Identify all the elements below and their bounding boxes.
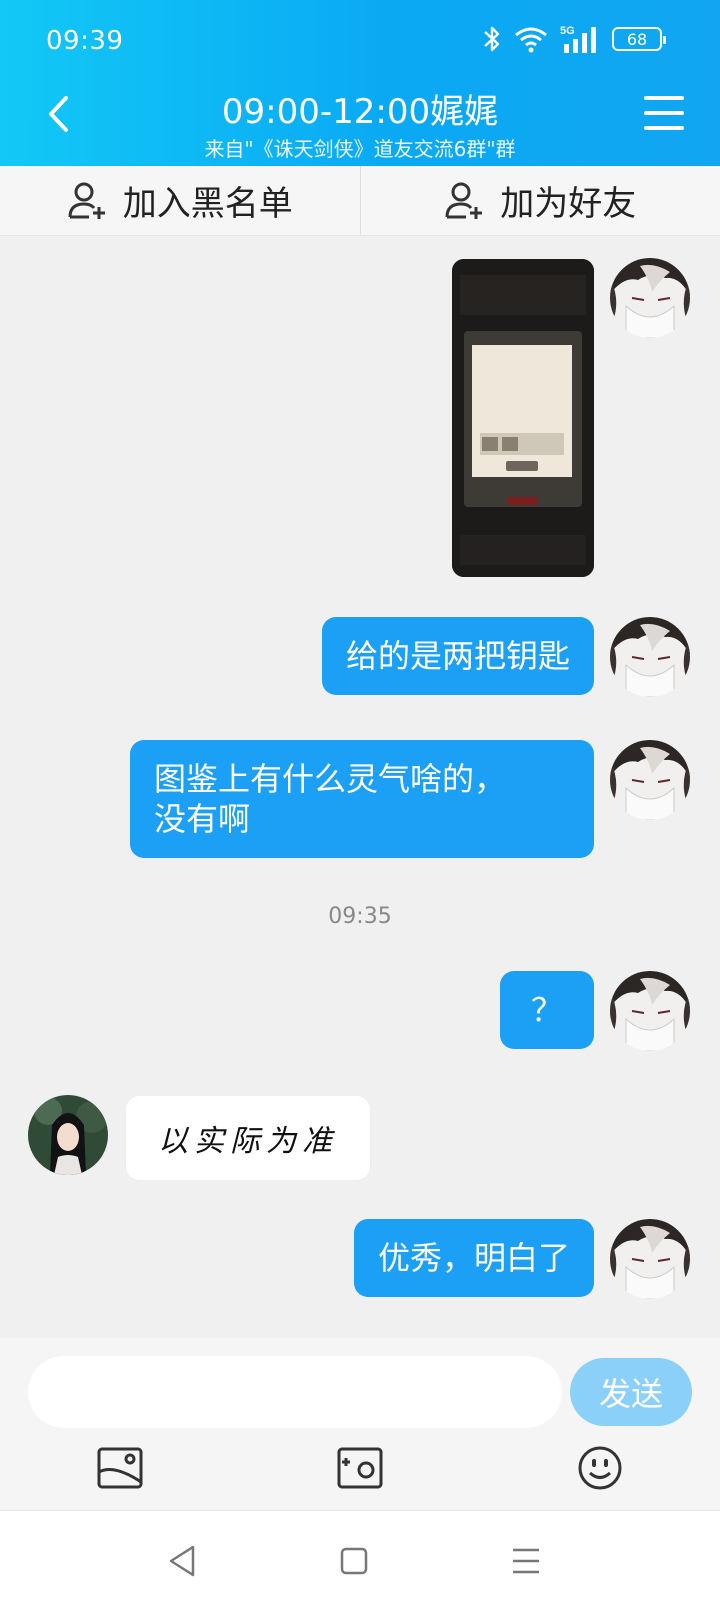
self-avatar[interactable] (610, 971, 690, 1051)
menu-button[interactable] (644, 96, 684, 130)
message-bubble-out[interactable]: 给的是两把钥匙 (321, 617, 594, 695)
message-bubble-out[interactable]: ？ (500, 971, 594, 1049)
image-icon (97, 1447, 143, 1489)
chevron-left-icon (49, 96, 68, 132)
self-avatar[interactable] (610, 258, 690, 338)
message-input[interactable] (28, 1356, 562, 1428)
back-button[interactable] (40, 92, 76, 136)
battery-indicator: 68 (612, 27, 666, 51)
composer: 发送 (0, 1338, 720, 1510)
title-block: 09:00-12:00娓娓 来自"《诛天剑侠》道友交流6群"群 (120, 84, 600, 162)
status-icons: 5G 68 (482, 24, 666, 54)
message-bubble-in[interactable]: 以实际为准 (126, 1096, 370, 1180)
bluetooth-icon (484, 26, 500, 52)
camera-button[interactable] (334, 1444, 386, 1492)
avatar-image (610, 971, 690, 1051)
add-friend-label: 加为好友 (500, 184, 637, 224)
avatar-image (610, 617, 690, 697)
message-bubble-out[interactable]: 优秀，明白了 (353, 1219, 594, 1297)
menu-line (644, 126, 684, 130)
gallery-button[interactable] (94, 1444, 146, 1492)
status-time: 09:39 (46, 26, 124, 56)
chat-header: 09:39 5G 68 09:00-12:00娓娓 来自"《诛天剑侠》道友交流6… (0, 0, 720, 166)
menu-line (644, 111, 684, 115)
camera-icon (337, 1447, 383, 1489)
add-user-icon (445, 182, 483, 219)
add-to-blacklist-label: 加入黑名单 (122, 184, 293, 224)
image-message[interactable] (452, 259, 594, 577)
avatar-image (610, 740, 690, 820)
sender-avatar[interactable] (28, 1095, 108, 1175)
smiley-icon (578, 1446, 622, 1490)
avatar-image (610, 1219, 690, 1299)
chat-subtitle: 来自"《诛天剑侠》道友交流6群"群 (204, 137, 516, 161)
nav-recents-button[interactable] (506, 1541, 546, 1581)
chat-title: 09:00-12:00娓娓 (221, 92, 499, 132)
avatar-image (28, 1095, 108, 1175)
action-bar: 加入黑名单 加为好友 (0, 166, 720, 236)
nav-back-button[interactable] (162, 1541, 202, 1581)
menu-lines-icon (513, 1548, 539, 1574)
self-avatar[interactable] (610, 740, 690, 820)
send-button[interactable]: 发送 (570, 1358, 692, 1426)
add-friend-button[interactable]: 加为好友 (359, 166, 720, 235)
self-avatar[interactable] (610, 1219, 690, 1299)
wifi-icon (515, 27, 547, 53)
network-label: 5G (560, 25, 575, 37)
message-bubble-out[interactable]: 图鉴上有什么灵气啥的， 没有啊 (130, 740, 594, 858)
add-user-icon (68, 182, 105, 219)
avatar-image (610, 258, 690, 338)
message-timestamp: 09:35 (328, 904, 392, 929)
square-home-icon (340, 1547, 368, 1575)
nav-home-button[interactable] (334, 1541, 374, 1581)
add-to-blacklist-button[interactable]: 加入黑名单 (0, 166, 360, 235)
menu-line (644, 96, 684, 100)
emoji-button[interactable] (574, 1444, 626, 1492)
game-screenshot (452, 259, 594, 577)
system-nav-bar (0, 1510, 720, 1608)
self-avatar[interactable] (610, 617, 690, 697)
triangle-back-icon (169, 1545, 195, 1577)
signal-icon: 5G (560, 25, 596, 53)
